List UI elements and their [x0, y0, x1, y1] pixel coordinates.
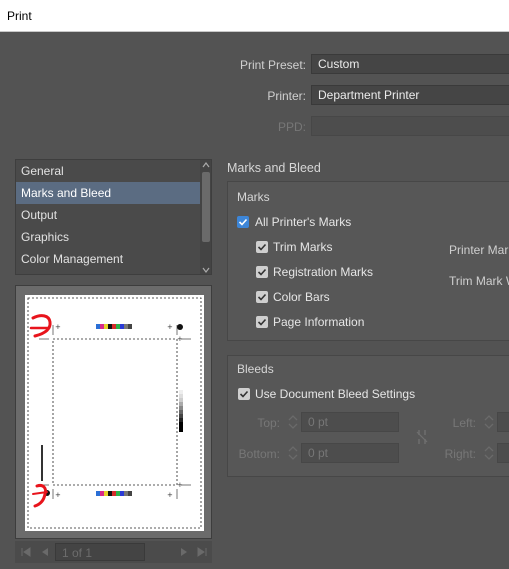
- print-preset-value: Custom: [318, 57, 360, 71]
- use-document-bleed-checkbox[interactable]: [238, 388, 250, 400]
- scroll-down-icon[interactable]: [201, 266, 211, 274]
- category-item-color-management[interactable]: Color Management: [16, 248, 211, 270]
- bleed-left-input[interactable]: [497, 412, 509, 432]
- last-page-icon[interactable]: [196, 546, 208, 558]
- preview-color-bar-bottom: [96, 491, 132, 496]
- bleed-top-label: Top:: [257, 416, 280, 430]
- svg-text:+: +: [167, 491, 173, 499]
- annotation-red-mark-bottom: [32, 484, 48, 508]
- scroll-up-icon[interactable]: [201, 161, 211, 169]
- svg-text:+: +: [177, 335, 183, 343]
- use-document-bleed-label: Use Document Bleed Settings: [255, 387, 416, 401]
- panel-title: Marks and Bleed: [227, 161, 321, 175]
- window-title: Print: [7, 9, 32, 23]
- printer-select[interactable]: Department Printer: [311, 85, 509, 105]
- preview-pager: 1 of 1: [15, 541, 212, 563]
- bleed-left-label: Left:: [452, 416, 476, 430]
- checkmark-icon: [257, 268, 267, 276]
- svg-text:+: +: [177, 481, 183, 489]
- category-item-output[interactable]: Output: [16, 204, 211, 226]
- page-number-value: 1 of 1: [62, 546, 93, 560]
- printer-mark-type-label: Printer Mark: [449, 243, 509, 257]
- previous-page-icon[interactable]: [39, 546, 51, 558]
- bleed-bottom-label: Bottom:: [238, 447, 280, 461]
- printer-label: Printer:: [267, 89, 306, 103]
- registration-marks-checkbox[interactable]: [256, 266, 268, 278]
- bleeds-section-title: Bleeds: [237, 362, 274, 376]
- preview-page-info-text: [41, 445, 43, 481]
- page-number-field[interactable]: 1 of 1: [55, 543, 145, 561]
- all-printers-marks-label: All Printer's Marks: [255, 215, 352, 229]
- link-bleeds-icon[interactable]: [414, 427, 430, 447]
- checkmark-icon: [239, 390, 249, 398]
- preview-color-bar-top: [96, 324, 132, 329]
- color-bars-checkbox[interactable]: [256, 291, 268, 303]
- page-information-label: Page Information: [273, 315, 365, 329]
- bleed-top-stepper-icon[interactable]: [285, 412, 301, 432]
- annotation-red-mark-top: [29, 314, 52, 338]
- ppd-label: PPD:: [277, 120, 306, 134]
- checkmark-icon: [257, 243, 267, 251]
- page-information-checkbox[interactable]: [256, 316, 268, 328]
- bleed-top-value: 0 pt: [308, 415, 329, 429]
- trim-mark-weight-label: Trim Mark W: [449, 274, 509, 288]
- bleed-top-input[interactable]: 0 pt: [301, 412, 399, 432]
- marks-section: [227, 181, 509, 341]
- category-item-graphics[interactable]: Graphics: [16, 226, 211, 248]
- print-preset-label: Print Preset:: [239, 58, 306, 72]
- bleed-left-stepper-icon[interactable]: [481, 412, 497, 432]
- checkmark-icon: [257, 318, 267, 326]
- checkmark-icon: [257, 293, 267, 301]
- bleed-right-label: Right:: [444, 447, 476, 461]
- title-bar: Print: [0, 0, 509, 32]
- first-page-icon[interactable]: [20, 546, 32, 558]
- printer-value: Department Printer: [318, 88, 420, 102]
- bleed-bottom-input[interactable]: 0 pt: [301, 443, 399, 463]
- all-printers-marks-checkbox[interactable]: [237, 216, 249, 228]
- bleed-bottom-value: 0 pt: [308, 446, 329, 460]
- bleed-bottom-stepper-icon[interactable]: [285, 443, 301, 463]
- next-page-icon[interactable]: [178, 546, 190, 558]
- trim-marks-label: Trim Marks: [273, 240, 333, 254]
- bleed-right-stepper-icon[interactable]: [481, 443, 497, 463]
- registration-marks-label: Registration Marks: [273, 265, 374, 279]
- category-list[interactable]: General Marks and Bleed Output Graphics …: [15, 159, 212, 275]
- trim-marks-checkbox[interactable]: [256, 241, 268, 253]
- preview-dot-top-right: [177, 324, 183, 330]
- ppd-select[interactable]: [311, 116, 509, 136]
- print-preset-select[interactable]: Custom: [311, 54, 509, 74]
- checkmark-icon: [238, 218, 248, 226]
- bleed-right-input[interactable]: [497, 443, 509, 463]
- svg-text:+: +: [167, 323, 173, 331]
- category-item-marks-and-bleed[interactable]: Marks and Bleed: [16, 182, 211, 204]
- preview-trim-area: [52, 338, 178, 486]
- category-item-general[interactable]: General: [16, 160, 211, 182]
- category-scrollbar-thumb[interactable]: [202, 172, 210, 242]
- preview-gray-ramp: [179, 390, 183, 432]
- color-bars-label: Color Bars: [273, 290, 330, 304]
- marks-section-title: Marks: [237, 190, 270, 204]
- category-item-partial: [16, 270, 211, 274]
